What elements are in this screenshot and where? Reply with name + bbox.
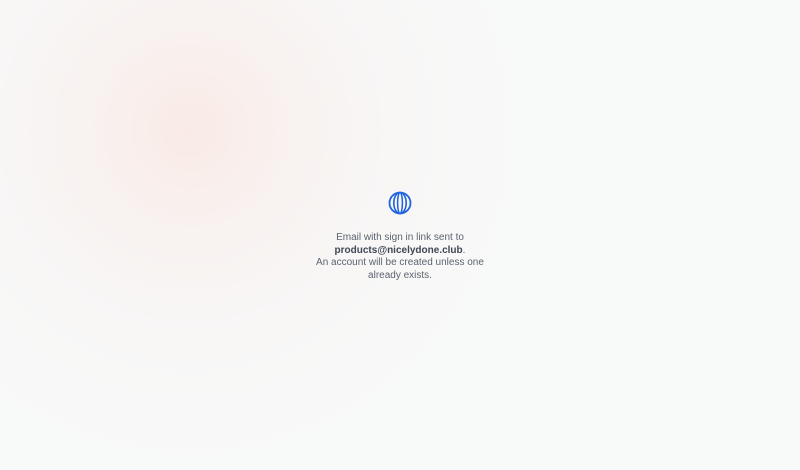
email-line: products@nicelydone.club. <box>300 245 500 258</box>
sent-message: Email with sign in link sent to products… <box>300 232 500 282</box>
email-address: products@nicelydone.club <box>334 244 463 256</box>
account-note: An account will be created unless one al… <box>316 257 484 281</box>
globe-ring-icon <box>388 191 412 215</box>
sent-line: Email with sign in link sent to <box>336 232 464 243</box>
email-suffix: . <box>462 244 466 256</box>
confirmation-panel: Email with sign in link sent to products… <box>0 0 800 470</box>
